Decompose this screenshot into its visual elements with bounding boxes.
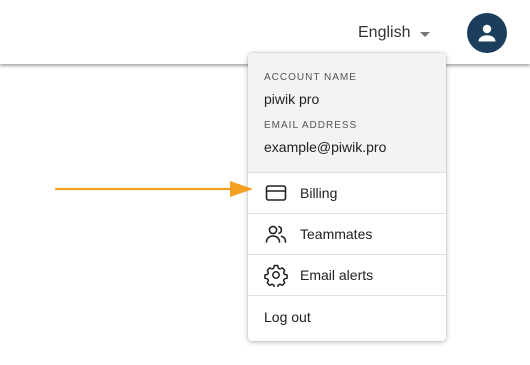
account-info: ACCOUNT NAME piwik pro EMAIL ADDRESS exa… bbox=[248, 53, 446, 173]
email-address: example@piwik.pro bbox=[264, 139, 387, 155]
menu-item-email-alerts[interactable]: Email alerts bbox=[248, 255, 446, 296]
menu-item-billing[interactable]: Billing bbox=[248, 173, 446, 214]
gear-icon bbox=[264, 263, 288, 287]
credit-card-icon bbox=[264, 181, 288, 205]
user-avatar-icon bbox=[478, 24, 496, 42]
menu-item-label: Teammates bbox=[300, 226, 373, 242]
people-icon bbox=[264, 222, 288, 246]
menu-item-log-out[interactable]: Log out bbox=[248, 296, 446, 337]
menu-item-label: Email alerts bbox=[300, 267, 374, 283]
user-avatar-button[interactable] bbox=[467, 13, 507, 53]
caret-down-icon bbox=[420, 31, 431, 37]
email-address-label: EMAIL ADDRESS bbox=[264, 120, 358, 131]
account-name: piwik pro bbox=[264, 91, 320, 107]
account-name-label: ACCOUNT NAME bbox=[264, 72, 357, 83]
annotation-arrow bbox=[54, 181, 253, 197]
menu-item-label: Billing bbox=[300, 185, 338, 201]
account-menu: ACCOUNT NAME piwik pro EMAIL ADDRESS exa… bbox=[248, 53, 446, 341]
language-selector[interactable]: English bbox=[358, 22, 431, 44]
language-label: English bbox=[358, 24, 411, 41]
menu-item-teammates[interactable]: Teammates bbox=[248, 214, 446, 255]
menu-item-label: Log out bbox=[264, 308, 311, 325]
